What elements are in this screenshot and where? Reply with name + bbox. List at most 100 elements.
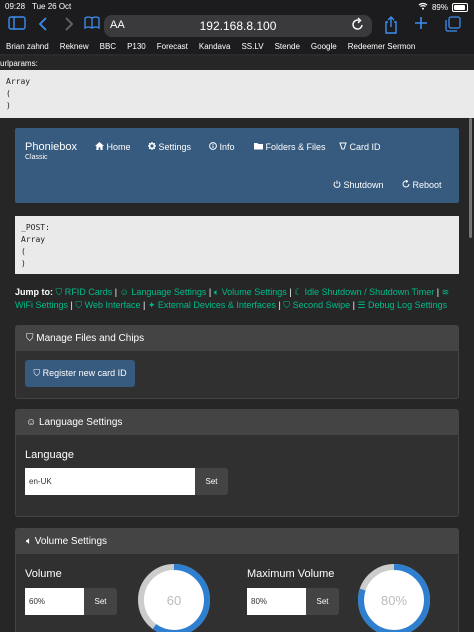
max-volume-label: Maximum Volume — [247, 568, 335, 580]
jump-external-link[interactable]: ✦ External Devices & Interfaces — [148, 300, 276, 310]
jump-to-links: Jump to: ⛉ RFID Cards | ☺ Language Setti… — [15, 287, 450, 310]
panel-title: Volume Settings — [34, 536, 108, 547]
url-text: 192.168.8.100 — [199, 19, 277, 33]
volume-value: 60% — [29, 597, 46, 606]
jump-swipe-link[interactable]: ⛉ Second Swipe — [283, 300, 350, 310]
jump-idle-link[interactable]: ☾ Idle Shutdown / Shutdown Timer — [294, 287, 434, 297]
nav-settings-label: Settings — [158, 142, 192, 152]
status-bar: 09:28 Tue 26 Oct 89% — [0, 0, 474, 12]
max-volume-knob[interactable]: 80% — [356, 562, 432, 632]
language-set-button[interactable]: Set — [195, 468, 228, 495]
language-label: Language — [25, 449, 74, 461]
panel-heading: ⛉ Manage Files and Chips — [16, 326, 458, 351]
link-text: RFID Cards — [64, 287, 113, 297]
max-volume-select[interactable]: 80% — [247, 588, 306, 615]
battery-fill — [454, 4, 465, 10]
phoniebox-navbar: Phoniebox Classic Home Settings Info Fol… — [15, 128, 459, 203]
panel-title: Manage Files and Chips — [36, 333, 145, 344]
link-text: Debug Log Settings — [368, 300, 448, 310]
language-settings-panel: ☺ Language Settings Language en-UK Set — [15, 409, 459, 517]
jump-language-link[interactable]: ☺ Language Settings — [120, 287, 207, 297]
bookmark-item[interactable]: Redeemer Sermon — [342, 40, 421, 54]
card-icon — [339, 142, 347, 150]
post-output: _POST: Array () — [15, 216, 459, 274]
bookmark-item[interactable]: SS.LV — [235, 40, 268, 54]
output-line: Array — [21, 235, 46, 244]
volume-settings-panel: 🔈︎ Volume Settings Volume 60% Set 60 Max… — [15, 528, 459, 632]
nav-settings[interactable]: Settings — [148, 142, 191, 152]
web-page: urlparams: Array () Phoniebox Classic Hom… — [0, 56, 474, 632]
jump-web-link[interactable]: ⛉ Web Interface — [75, 300, 140, 310]
output-line: _POST: — [21, 223, 50, 232]
card-icon: ⛉ — [26, 333, 34, 344]
navbar-brand-sub: Classic — [25, 154, 48, 161]
link-text: Second Swipe — [292, 300, 351, 310]
gear-icon — [148, 142, 156, 150]
output-line: ( — [21, 247, 26, 256]
link-text: External Devices & Interfaces — [157, 300, 276, 310]
button-label: Register new card ID — [42, 368, 127, 378]
nav-home-label: Home — [106, 142, 131, 152]
bookmark-item[interactable]: P130 — [121, 40, 151, 54]
nav-reboot[interactable]: Reboot — [402, 179, 442, 190]
nav-shutdown-label: Shutdown — [343, 180, 384, 190]
urlparams-output: Array () — [0, 70, 474, 118]
bookmark-item[interactable]: Brian zahnd — [0, 40, 54, 54]
address-bar[interactable]: AA 192.168.8.100 — [104, 15, 372, 37]
favorites-bar: Brian zahnd Reknew BBC P130 Forecast Kan… — [0, 40, 474, 54]
link-text: Volume Settings — [221, 287, 287, 297]
max-volume-set-button[interactable]: Set — [306, 588, 339, 615]
link-text: WiFi Settings — [15, 300, 69, 310]
volume-select[interactable]: 60% — [25, 588, 84, 615]
volume-knob[interactable]: 60 — [136, 562, 212, 632]
volume-label: Volume — [25, 568, 62, 580]
new-tab-icon[interactable] — [414, 16, 428, 36]
volume-set-button[interactable]: Set — [84, 588, 117, 615]
manage-files-panel: ⛉ Manage Files and Chips ⛉ Register new … — [15, 325, 459, 399]
tabs-overview-icon[interactable] — [445, 16, 461, 38]
bookmark-item[interactable]: Reknew — [54, 40, 94, 54]
knob-value: 60 — [167, 593, 181, 608]
speaker-icon: 🔈︎ — [26, 536, 32, 547]
nav-info[interactable]: Info — [209, 142, 235, 152]
output-line: ) — [6, 101, 11, 110]
link-text: Idle Shutdown / Shutdown Timer — [304, 287, 435, 297]
back-icon[interactable] — [38, 16, 48, 38]
jump-debug-link[interactable]: ☰ Debug Log Settings — [357, 300, 447, 310]
status-date: Tue 26 Oct — [32, 2, 72, 11]
bookmarks-book-icon[interactable] — [84, 16, 100, 36]
link-text: Web Interface — [84, 300, 141, 310]
page-scrollbar[interactable] — [469, 118, 472, 238]
bookmark-item[interactable]: BBC — [94, 40, 121, 54]
bookmark-item[interactable]: Google — [305, 40, 342, 54]
refresh-icon — [402, 179, 410, 188]
reload-icon[interactable] — [352, 17, 364, 34]
bookmark-item[interactable]: Forecast — [151, 40, 193, 54]
output-line: Array — [6, 77, 31, 86]
wifi-icon — [418, 2, 428, 12]
battery-icon — [452, 2, 468, 12]
jump-volume-link[interactable]: 🔈︎ Volume Settings — [214, 287, 287, 297]
nav-reboot-label: Reboot — [412, 180, 442, 190]
register-card-button[interactable]: ⛉ Register new card ID — [25, 360, 135, 387]
bookmark-item[interactable]: Stende — [269, 40, 305, 54]
nav-info-label: Info — [219, 142, 235, 152]
bookmark-item[interactable]: Kandava — [193, 40, 236, 54]
nav-home[interactable]: Home — [95, 142, 131, 152]
jump-rfid-link[interactable]: ⛉ RFID Cards — [56, 287, 113, 297]
nav-card-id[interactable]: Card ID — [339, 142, 381, 152]
share-icon[interactable] — [384, 16, 398, 40]
nav-folders-files[interactable]: Folders & Files — [254, 142, 326, 152]
output-line: ( — [6, 89, 11, 98]
max-volume-value: 80% — [251, 597, 268, 606]
language-value: en-UK — [29, 477, 52, 486]
battery-percent: 89% — [431, 2, 448, 12]
sidebar-icon[interactable] — [8, 16, 26, 36]
smile-icon: ☺ — [26, 417, 37, 428]
forward-icon[interactable] — [64, 16, 74, 38]
nav-cardid-label: Card ID — [349, 142, 381, 152]
power-icon — [333, 180, 341, 188]
language-select[interactable]: en-UK — [25, 468, 195, 495]
nav-shutdown[interactable]: Shutdown — [333, 180, 384, 190]
navbar-brand[interactable]: Phoniebox — [25, 141, 77, 153]
